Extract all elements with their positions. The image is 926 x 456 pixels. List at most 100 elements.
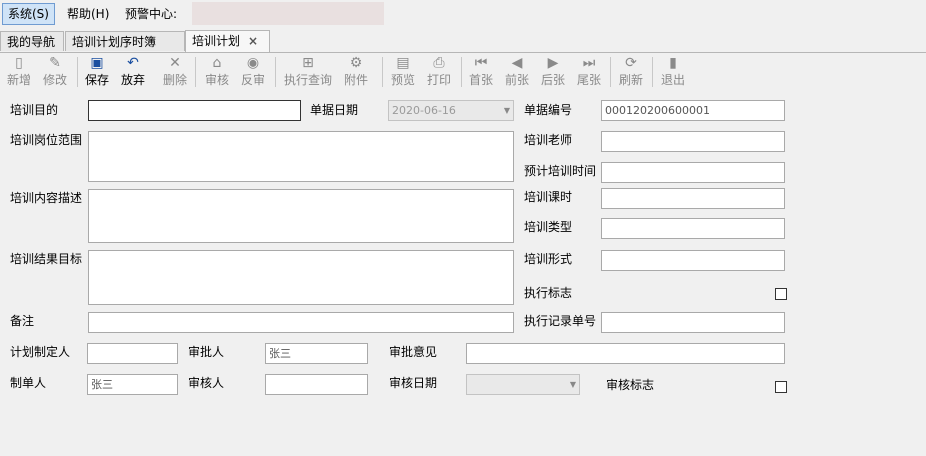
purpose-label: 培训目的 [10, 103, 59, 117]
edit-button[interactable]: ✎ 修改 [38, 53, 72, 89]
chevron-down-icon[interactable]: ▼ [504, 101, 510, 120]
tab-label: 我的导航 [7, 35, 56, 49]
new-button[interactable]: ▯ 新增 [2, 53, 36, 89]
exec-record-label: 执行记录单号 [524, 314, 597, 328]
goal-textarea[interactable] [88, 250, 514, 305]
doc-no-field[interactable]: 000120200600001 [601, 100, 785, 121]
maker-input[interactable]: 张三 [87, 374, 178, 395]
teacher-input[interactable] [601, 131, 785, 152]
audit-button[interactable]: ⌂ 审核 [200, 53, 234, 89]
delete-icon: ✕ [169, 55, 181, 71]
delete-label: 删除 [162, 73, 187, 87]
attachment-label: 附件 [343, 73, 368, 87]
unaudit-icon: ◉ [246, 55, 260, 71]
exit-door-icon: ▮ [669, 55, 677, 71]
last-label: 尾张 [576, 73, 601, 87]
toolbar-divider [77, 57, 78, 87]
goal-label: 培训结果目标 [10, 252, 83, 266]
auditor-label: 审核人 [188, 376, 225, 390]
audit-icon: ⌂ [212, 55, 222, 71]
refresh-label: 刷新 [618, 73, 643, 87]
form-input[interactable] [601, 250, 785, 271]
prev-button[interactable]: ◀ 前张 [500, 53, 534, 89]
undo-icon: ↶ [127, 55, 139, 71]
discard-button[interactable]: ↶ 放弃 [116, 53, 150, 89]
toolbar-divider [382, 57, 383, 87]
audit-flag-checkbox[interactable] [775, 381, 787, 393]
tab-bar: 我的导航 培训计划序时簿 培训计划 × [0, 28, 926, 53]
scope-textarea[interactable] [88, 131, 514, 182]
first-record-icon: ⏮ [474, 55, 488, 71]
type-input[interactable] [601, 218, 785, 239]
audit-flag-label: 审核标志 [606, 378, 655, 392]
refresh-button[interactable]: ⟳ 刷新 [614, 53, 648, 89]
exec-flag-label: 执行标志 [524, 286, 573, 300]
save-button[interactable]: ▣ 保存 [80, 53, 114, 89]
attachment-button[interactable]: ⚙ 附件 [339, 53, 373, 89]
purpose-input[interactable] [88, 100, 301, 121]
last-record-icon: ⏭ [582, 55, 596, 71]
discard-label: 放弃 [120, 73, 145, 87]
content-textarea[interactable] [88, 189, 514, 243]
type-label: 培训类型 [524, 220, 573, 234]
toolbar-divider [610, 57, 611, 87]
unaudit-label: 反审 [240, 73, 265, 87]
doc-no-label: 单据编号 [524, 103, 573, 117]
preview-label: 预览 [390, 73, 415, 87]
exec-query-button[interactable]: ⊞ 执行查询 [282, 53, 334, 89]
new-label: 新增 [6, 73, 31, 87]
approver-input[interactable]: 张三 [265, 343, 368, 364]
toolbar-divider [195, 57, 196, 87]
teacher-label: 培训老师 [524, 133, 573, 147]
tab-my-navigation[interactable]: 我的导航 [0, 31, 64, 51]
exec-record-input[interactable] [601, 312, 785, 333]
preview-icon: ▤ [396, 55, 410, 71]
scope-label: 培训岗位范围 [10, 133, 83, 147]
audit-date-label: 审核日期 [389, 376, 438, 390]
exit-button[interactable]: ▮ 退出 [656, 53, 690, 89]
toolbar: ▯ 新增 ✎ 修改 ▣ 保存 ↶ 放弃 ✕ 删除 ⌂ 审核 ◉ 反审 ⊞ 执行查询 ⚙ 附件 ▤ 预… [0, 53, 926, 91]
toolbar-divider [461, 57, 462, 87]
remark-input[interactable] [88, 312, 514, 333]
doc-date-value: 2020-06-16 [392, 104, 456, 117]
delete-button[interactable]: ✕ 删除 [158, 53, 192, 89]
menu-system[interactable]: 系统(S) [2, 3, 55, 25]
hours-input[interactable] [601, 188, 785, 209]
close-icon[interactable]: × [248, 34, 258, 48]
next-button[interactable]: ▶ 后张 [536, 53, 570, 89]
doc-date-field[interactable]: 2020-06-16 ▼ [388, 100, 514, 121]
exec-flag-checkbox[interactable] [775, 288, 787, 300]
first-button[interactable]: ⏮ 首张 [464, 53, 498, 89]
audit-date-field[interactable]: ▼ [466, 374, 580, 395]
alert-center-box[interactable] [192, 2, 384, 25]
menu-help[interactable]: 帮助(H) [62, 4, 114, 24]
query-icon: ⊞ [302, 55, 314, 71]
form-label: 培训形式 [524, 252, 573, 266]
edit-label: 修改 [42, 73, 67, 87]
planned-time-input[interactable] [601, 162, 785, 183]
planner-input[interactable] [87, 343, 178, 364]
planned-time-label: 预计培训时间 [524, 164, 597, 178]
menu-bar: 系统(S) 帮助(H) 预警中心: [0, 0, 926, 28]
approval-opinion-input[interactable] [466, 343, 785, 364]
auditor-input[interactable] [265, 374, 368, 395]
remark-label: 备注 [10, 314, 35, 328]
chevron-down-icon[interactable]: ▼ [570, 375, 576, 394]
audit-label: 审核 [204, 73, 229, 87]
maker-label: 制单人 [10, 376, 47, 390]
refresh-icon: ⟳ [625, 55, 637, 71]
unaudit-button[interactable]: ◉ 反审 [236, 53, 270, 89]
preview-button[interactable]: ▤ 预览 [386, 53, 420, 89]
print-button[interactable]: ⎙ 打印 [422, 53, 456, 89]
last-button[interactable]: ⏭ 尾张 [572, 53, 606, 89]
content-label: 培训内容描述 [10, 191, 83, 205]
exec-query-label: 执行查询 [283, 73, 332, 87]
hours-label: 培训课时 [524, 190, 573, 204]
new-document-icon: ▯ [15, 55, 23, 71]
tab-training-plan-list[interactable]: 培训计划序时簿 [65, 31, 185, 51]
tab-label: 培训计划 [192, 34, 241, 48]
tab-training-plan[interactable]: 培训计划 × [185, 30, 270, 52]
doc-date-label: 单据日期 [310, 103, 359, 117]
approval-opinion-label: 审批意见 [389, 345, 438, 359]
planner-label: 计划制定人 [10, 345, 71, 359]
